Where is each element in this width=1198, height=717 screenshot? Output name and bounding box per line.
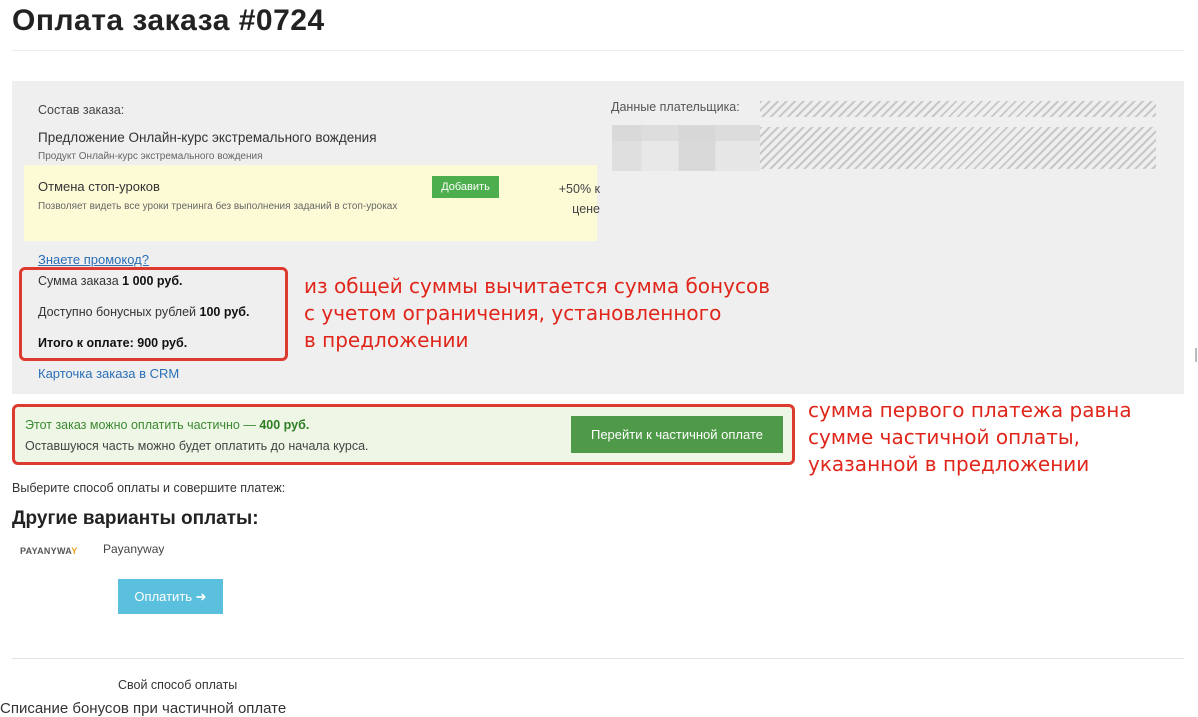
- payanyway-logo-text: PAYANYWA: [20, 546, 72, 556]
- title-divider: [12, 50, 1184, 51]
- payer-hatch-pattern: [760, 127, 1156, 169]
- page-title: Оплата заказа #0724: [12, 4, 325, 37]
- partial-payment-box: Этот заказ можно оплатить частично — 400…: [12, 404, 795, 465]
- annotation-note-bonus: из общей суммы вычитается сумма бонусов …: [304, 274, 770, 352]
- addon-upsell-box: Отмена стоп-уроков Позволяет видеть все …: [24, 165, 600, 241]
- pay-button-label: Оплатить: [134, 588, 193, 604]
- pay-button[interactable]: Оплатить ➜: [118, 579, 223, 614]
- addon-name: Отмена стоп-уроков: [38, 179, 160, 194]
- partial-payment-text: Этот заказ можно оплатить частично — 400…: [25, 418, 309, 432]
- choose-payment-text: Выберите способ оплаты и совершите плате…: [12, 481, 286, 495]
- annotation-highlight-box: [19, 267, 288, 361]
- payer-data-redacted: [612, 125, 760, 141]
- payer-hatch-pattern: [760, 101, 1156, 117]
- crm-order-card-link[interactable]: Карточка заказа в CRM: [38, 366, 179, 381]
- arrow-right-icon: ➜: [195, 588, 207, 604]
- addon-price: +50% к цене: [558, 182, 600, 216]
- promo-code-link[interactable]: Знаете промокод?: [38, 252, 149, 267]
- payer-data-title: Данные плательщика:: [611, 100, 740, 114]
- addon-description: Позволяет видеть все уроки тренинга без …: [38, 201, 398, 212]
- other-payment-title: Другие варианты оплаты:: [12, 508, 259, 529]
- partial-payment-prefix: Этот заказ можно оплатить частично —: [25, 418, 256, 432]
- payanyway-logo-accent: Y: [71, 546, 78, 556]
- payment-provider-name: Payanyway: [103, 542, 165, 556]
- partial-payment-button[interactable]: Перейти к частичной оплате: [571, 416, 783, 453]
- product-name: Продукт Онлайн-курс экстремального вожде…: [38, 151, 263, 162]
- own-payment-method[interactable]: Свой способ оплаты: [118, 678, 237, 692]
- section-divider: [12, 658, 1184, 659]
- payanyway-logo: PAYANYWAY: [20, 546, 78, 556]
- partial-payment-note: Оставшуюся часть можно будет оплатить до…: [25, 439, 369, 453]
- screenshot-caption: Списание бонусов при частичной оплате: [0, 700, 287, 717]
- partial-payment-amount: 400 руб.: [259, 418, 310, 432]
- offer-name: Предложение Онлайн-курс экстремального в…: [38, 130, 377, 145]
- add-addon-button[interactable]: Добавить: [432, 176, 499, 198]
- order-composition-label: Состав заказа:: [38, 103, 125, 117]
- annotation-note-partial: сумма первого платежа равна сумме частич…: [808, 398, 1132, 476]
- scroll-edge-marker: [1190, 348, 1197, 362]
